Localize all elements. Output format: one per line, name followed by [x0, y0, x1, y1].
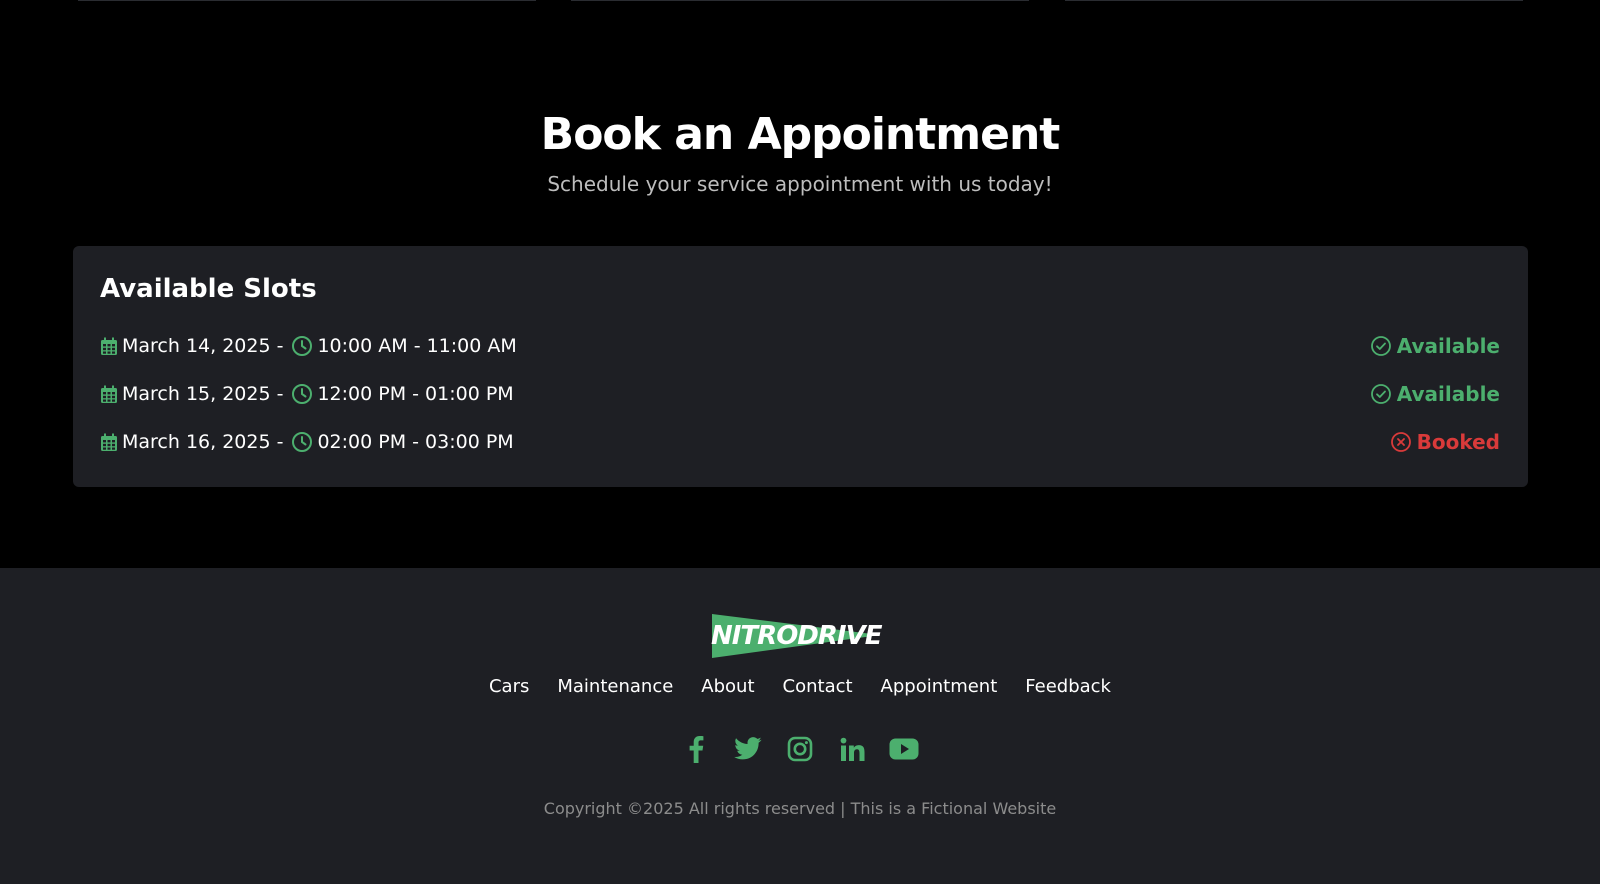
calendar-icon [101, 385, 117, 403]
site-footer: NITRODRIVE Cars Maintenance About Contac… [0, 568, 1600, 884]
footer-link-cars[interactable]: Cars [489, 676, 529, 697]
check-circle-icon [1370, 384, 1391, 404]
slot-time: 10:00 AM - 11:00 AM [317, 335, 517, 357]
copyright-text: Copyright ©2025 All rights reserved | Th… [543, 799, 1057, 818]
facebook-icon[interactable] [681, 734, 711, 764]
clock-icon [292, 336, 313, 356]
status-label: Available [1396, 382, 1500, 406]
slot-date: March 14, 2025 - [122, 335, 284, 357]
available-slots-panel: Available Slots March 14, 2025 - 10:00 A… [73, 246, 1528, 487]
calendar-icon [101, 337, 117, 355]
status-badge: Available [1370, 382, 1500, 406]
status-badge: Booked [1390, 430, 1500, 454]
slots-heading: Available Slots [100, 274, 317, 304]
youtube-icon[interactable] [889, 734, 919, 764]
status-label: Available [1396, 334, 1500, 358]
slot-row[interactable]: March 16, 2025 - 02:00 PM - 03:00 PM Boo… [100, 418, 1500, 466]
slot-date: March 16, 2025 - [122, 431, 284, 453]
footer-link-feedback[interactable]: Feedback [1025, 676, 1111, 697]
top-card-edges [0, 0, 1600, 2]
footer-link-contact[interactable]: Contact [783, 676, 853, 697]
check-circle-icon [1370, 336, 1391, 356]
instagram-icon[interactable] [785, 734, 815, 764]
status-label: Booked [1416, 430, 1500, 454]
slot-date: March 15, 2025 - [122, 383, 284, 405]
calendar-icon [101, 433, 117, 451]
footer-link-appointment[interactable]: Appointment [881, 676, 998, 697]
clock-icon [292, 432, 313, 452]
appointment-hero: Book an Appointment Schedule your servic… [0, 108, 1600, 196]
slot-row[interactable]: March 15, 2025 - 12:00 PM - 01:00 PM Ava… [100, 370, 1500, 418]
x-circle-icon [1390, 432, 1411, 452]
clock-icon [292, 384, 313, 404]
page-title: Book an Appointment [540, 109, 1061, 160]
brand-logo[interactable]: NITRODRIVE [711, 613, 882, 659]
linkedin-icon[interactable] [837, 734, 867, 764]
twitter-icon[interactable] [733, 734, 763, 764]
page-subtitle: Schedule your service appointment with u… [547, 172, 1053, 196]
footer-link-maintenance[interactable]: Maintenance [557, 676, 673, 697]
footer-nav: Cars Maintenance About Contact Appointme… [0, 676, 1600, 697]
slot-row[interactable]: March 14, 2025 - 10:00 AM - 11:00 AM Ava… [100, 322, 1500, 370]
footer-link-about[interactable]: About [701, 676, 754, 697]
slot-time: 02:00 PM - 03:00 PM [317, 431, 514, 453]
social-links [0, 734, 1600, 764]
logo-text: NITRODRIVE [711, 621, 882, 651]
status-badge: Available [1370, 334, 1500, 358]
slot-time: 12:00 PM - 01:00 PM [317, 383, 514, 405]
